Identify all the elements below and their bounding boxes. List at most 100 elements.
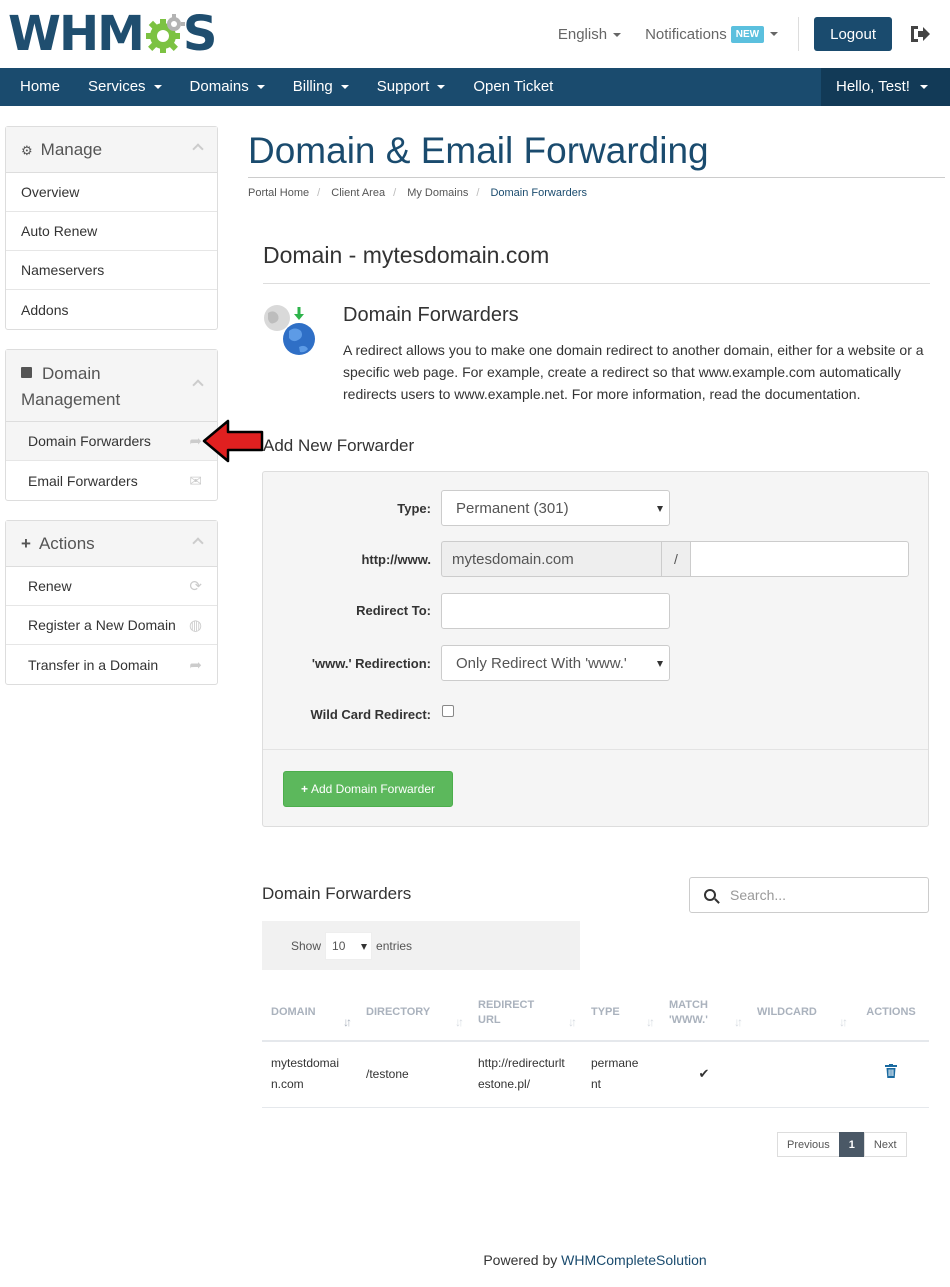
www-redirection-value: Only Redirect With 'www.' [456,654,627,672]
sidebar-item-label: Email Forwarders [28,472,138,489]
domain-management-title-line2: Management [21,390,121,409]
column-header-redirect-url[interactable]: REDIRECT URL ↓↑ [469,985,582,1042]
column-header-type[interactable]: TYPE ↓↑ [582,985,660,1042]
nav-items: Home Services Domains Billing Support Op… [0,68,950,106]
breadcrumb-current: Domain Forwarders [490,187,588,199]
divider [798,17,800,51]
add-button-label: Add Domain Forwarder [310,782,436,796]
nav-domains[interactable]: Domains [176,68,279,106]
pagination: Previous 1 Next [777,1132,907,1157]
sidebar-item-label: Transfer in a Domain [28,656,159,673]
cell-domain: mytestdomain.com [262,1041,357,1108]
add-forwarder-form: Type: Permanent (301) http://www. mytesd… [262,471,929,827]
chevron-down-icon [657,661,663,667]
entries-label: entries [376,938,413,953]
main-navbar: Home Services Domains Billing Support Op… [0,68,950,106]
nav-label: Support [376,78,430,95]
nav-label: Domains [189,78,249,95]
footer-link[interactable]: WHMCompleteSolution [561,1252,707,1268]
manage-panel: ⚙ Manage Overview Auto Renew Nameservers … [5,126,218,330]
sidebar-item-label: Addons [21,301,69,318]
nav-label: Home [20,78,61,95]
source-path-input[interactable] [690,541,909,577]
logo-gear-icon [141,12,185,56]
plus-icon: + [21,534,31,553]
share-icon: ➦ [189,433,202,450]
chevron-down-icon [256,85,265,90]
show-entries-control: Show 10 entries [262,921,580,970]
type-select-value: Permanent (301) [456,499,569,517]
domain-management-header[interactable]: Domain Management [6,350,217,422]
nav-home[interactable]: Home [6,68,74,106]
nav-billing[interactable]: Billing [279,68,363,106]
column-label: REDIRECT URL [478,998,535,1026]
sort-icon: ↓↑ [646,1015,655,1029]
nav-support[interactable]: Support [363,68,460,106]
logout-button[interactable]: Logout [814,17,892,51]
actions-panel-header[interactable]: + Actions [6,521,217,567]
column-header-directory[interactable]: DIRECTORY ↓↑ [357,985,469,1042]
pagination-previous[interactable]: Previous [777,1132,840,1157]
wildcard-redirect-label: Wild Card Redirect: [310,707,431,722]
search-placeholder: Search... [730,887,787,903]
manage-panel-header[interactable]: ⚙ Manage [6,127,217,173]
form-footer-divider [263,749,928,750]
breadcrumb-portal-home[interactable]: Portal Home [248,187,309,199]
sidebar-item-email-forwarders[interactable]: Email Forwarders ✉ [6,461,217,500]
cell-redirect-url: http://redirecturltestone.pl/ [469,1041,582,1108]
red-pointer-arrow-icon [202,419,264,463]
cell-match-www: ✔ [660,1041,748,1108]
user-menu[interactable]: Hello, Test! [821,68,950,106]
sidebar-item-overview[interactable]: Overview [6,173,217,212]
entries-per-page-select[interactable]: 10 [325,931,373,960]
share-icon: ➦ [189,656,202,674]
nav-label: Billing [292,78,333,95]
search-icon [704,889,716,901]
page-title: Domain & Email Forwarding [248,130,709,171]
chevron-up-icon[interactable] [192,536,204,549]
sign-out-icon[interactable] [900,14,940,54]
chevron-up-icon[interactable] [192,142,204,155]
pagination-next[interactable]: Next [863,1132,907,1157]
source-domain-addon: mytesdomain.com [441,541,661,577]
sidebar-item-nameservers[interactable]: Nameservers [6,251,217,290]
sidebar-item-register-domain[interactable]: Register a New Domain ◍ [6,606,217,645]
logo-text-right: S [182,6,218,62]
chevron-down-icon [657,506,663,512]
forwarders-description: A redirect allows you to make one domain… [343,342,924,402]
envelope-icon: ✉ [189,472,202,490]
cell-wildcard [748,1041,853,1108]
search-input[interactable]: Search... [689,877,929,913]
sidebar-item-label: Register a New Domain [28,617,176,633]
trash-icon[interactable] [885,1063,897,1078]
sidebar-item-addons[interactable]: Addons [6,290,217,329]
nav-open-ticket[interactable]: Open Ticket [459,68,567,106]
sidebar-item-renew[interactable]: Renew ⟳ [6,567,217,606]
sidebar-item-domain-forwarders[interactable]: Domain Forwarders ➦ [6,422,217,461]
user-greeting: Hello, Test! [836,78,910,95]
breadcrumb-my-domains[interactable]: My Domains [407,187,468,199]
column-header-wildcard[interactable]: WILDCARD ↓↑ [748,985,853,1042]
type-select[interactable]: Permanent (301) [441,490,670,526]
nav-services[interactable]: Services [74,68,176,106]
http-www-label: http://www. [361,552,431,567]
language-dropdown[interactable]: English [558,26,622,43]
pagination-page-1[interactable]: 1 [838,1132,865,1157]
whmcs-logo[interactable]: WHM S [8,6,218,62]
sidebar-item-auto-renew[interactable]: Auto Renew [6,212,217,251]
wildcard-redirect-checkbox[interactable] [442,705,454,717]
column-header-domain[interactable]: DOMAIN ↓↑ [262,985,357,1042]
manage-title: Manage [40,140,103,159]
add-domain-forwarder-button[interactable]: + Add Domain Forwarder [283,771,453,807]
column-header-match-www[interactable]: MATCH 'WWW.' ↓↑ [660,985,748,1042]
forwarders-title: Domain Forwarders [343,304,519,326]
breadcrumb-client-area[interactable]: Client Area [331,187,385,199]
chevron-down-icon [153,85,162,90]
redirect-to-input[interactable] [441,593,670,629]
notifications-dropdown[interactable]: Notifications NEW [645,25,779,43]
sidebar-item-transfer-domain[interactable]: Transfer in a Domain ➦ [6,645,217,684]
www-redirection-select[interactable]: Only Redirect With 'www.' [441,645,670,681]
add-forwarder-heading: Add New Forwarder [263,436,415,455]
actions-title: Actions [38,534,95,553]
breadcrumb-separator: / [476,187,480,199]
